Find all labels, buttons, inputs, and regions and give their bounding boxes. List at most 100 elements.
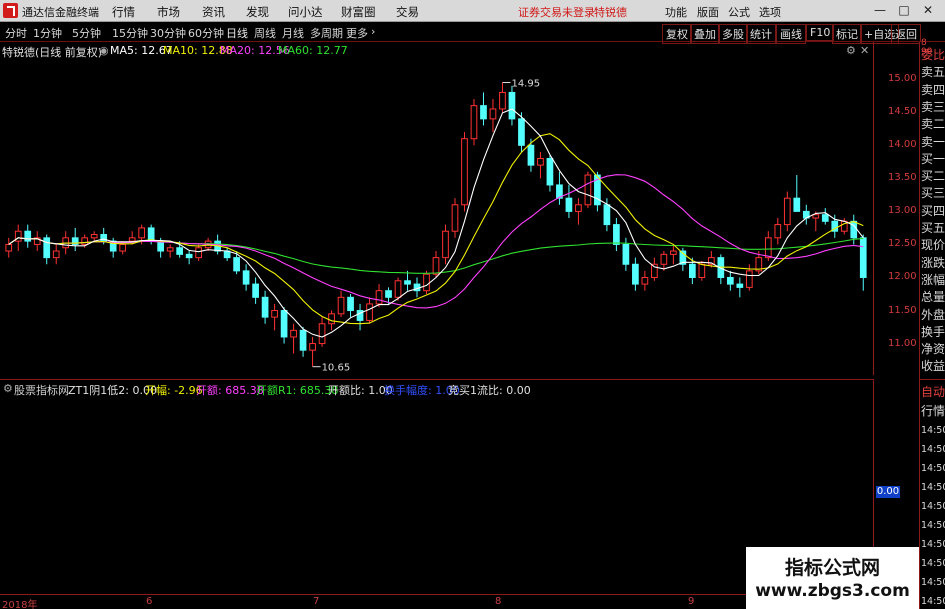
price-tick: 15.00: [888, 73, 917, 85]
quote-field-label[interactable]: 现价: [921, 238, 945, 253]
auto-quote-toggle[interactable]: 自动: [921, 385, 945, 400]
quote-field-label[interactable]: 净资: [921, 342, 945, 357]
candle-body: [385, 290, 392, 298]
tab-5min[interactable]: 5分钟: [70, 24, 103, 42]
close-icon[interactable]: ✕: [921, 3, 935, 17]
menu-bar: 通达信金融终端 行情 市场 资讯 发现 问小达 财富圈 交易 证券交易未登录 特…: [0, 0, 945, 22]
quote-field-label[interactable]: 委比: [921, 48, 945, 63]
menu-formula[interactable]: 公式: [728, 4, 750, 20]
close-pane-icon[interactable]: ✕: [860, 44, 869, 57]
candle-body: [147, 227, 155, 242]
candle-body: [774, 224, 782, 239]
tab-more[interactable]: 更多: [344, 24, 370, 42]
candle-body: [432, 257, 440, 275]
quote-field-label[interactable]: 买二: [921, 169, 945, 184]
candle-body: [43, 237, 51, 259]
minimize-icon[interactable]: —: [873, 3, 887, 17]
candle-body: [290, 329, 297, 338]
quote-field-label[interactable]: 卖三: [921, 100, 945, 115]
settings-icon[interactable]: ⚙: [846, 44, 856, 57]
period-toolbar: 分时 1分钟 5分钟 15分钟 30分钟 60分钟 日线 周线 月线 多周期 更…: [0, 22, 945, 44]
candle-body: [404, 280, 411, 285]
login-notice[interactable]: 证券交易未登录: [518, 4, 595, 20]
candle-body: [764, 237, 772, 259]
quote-field-label[interactable]: 收益: [921, 359, 945, 374]
date-tick: 2018年: [2, 600, 38, 609]
candle-body: [119, 243, 127, 252]
menu-news[interactable]: 资讯: [202, 4, 225, 20]
quote-field-label[interactable]: 卖四: [921, 83, 945, 98]
circle-icon[interactable]: ◉: [99, 44, 109, 57]
price-tick: 14.50: [888, 106, 917, 118]
maximize-icon[interactable]: □: [897, 3, 911, 17]
menu-wealth-circle[interactable]: 财富圈: [341, 4, 376, 20]
menu-ask[interactable]: 问小达: [288, 4, 323, 20]
quote-field-label[interactable]: 买一: [921, 152, 945, 167]
candle-body: [537, 158, 544, 166]
adjust-button[interactable]: 复权: [662, 24, 692, 44]
quote-field-label[interactable]: 买五: [921, 221, 945, 236]
statistics-button[interactable]: 统计: [746, 24, 776, 44]
tab-daily[interactable]: 日线: [224, 24, 250, 42]
auto-quote-toggle[interactable]: 行情: [921, 404, 945, 419]
candle-body: [166, 247, 174, 252]
candle-body: [745, 270, 753, 288]
f10-button[interactable]: F10: [806, 24, 835, 41]
tab-intraday[interactable]: 分时: [3, 24, 29, 42]
price-tick: 11.50: [888, 304, 917, 316]
candle-body: [641, 276, 649, 285]
mark-button[interactable]: 标记: [832, 24, 862, 44]
date-tick: 9: [688, 596, 695, 607]
quote-field-label[interactable]: 换手: [921, 325, 945, 340]
ma-line: [8, 108, 864, 338]
tab-monthly[interactable]: 月线: [280, 24, 306, 42]
candle-body: [242, 270, 250, 285]
tab-1min[interactable]: 1分钟: [31, 24, 64, 42]
menu-discover[interactable]: 发现: [246, 4, 269, 20]
multi-stock-button[interactable]: 多股: [718, 24, 748, 44]
indicator-pane[interactable]: [0, 396, 873, 594]
candle-body: [394, 280, 402, 298]
tab-multi-period[interactable]: 多周期: [308, 24, 345, 42]
back-button[interactable]: 返回: [891, 24, 921, 44]
quote-field-label[interactable]: 买三: [921, 186, 945, 201]
menu-market[interactable]: 市场: [157, 4, 180, 20]
tab-weekly[interactable]: 周线: [252, 24, 278, 42]
tab-30min[interactable]: 30分钟: [148, 24, 188, 42]
candle-body: [575, 204, 582, 212]
quote-field-label[interactable]: 卖二: [921, 117, 945, 132]
chevron-right-icon[interactable]: ›: [369, 24, 377, 39]
menu-trade[interactable]: 交易: [396, 4, 419, 20]
candle-body: [726, 276, 734, 285]
quote-field-label[interactable]: 卖五: [921, 65, 945, 80]
quote-field-label[interactable]: 买四: [921, 204, 945, 219]
trade-time: 14:50: [921, 520, 945, 531]
candle-body: [90, 234, 98, 239]
price-chart[interactable]: 14.95 10.65: [0, 58, 873, 378]
candle-body: [527, 144, 535, 166]
quote-field-label[interactable]: 卖一: [921, 135, 945, 150]
candle-body: [812, 214, 820, 219]
quote-field-label[interactable]: 涨跌: [921, 256, 945, 271]
candle-body: [480, 105, 487, 120]
candle-body: [499, 91, 506, 110]
menu-options[interactable]: 选项: [759, 4, 781, 20]
tab-15min[interactable]: 15分钟: [110, 24, 150, 42]
menu-market-quotes[interactable]: 行情: [112, 4, 135, 20]
candle-body: [565, 197, 573, 212]
quote-field-label[interactable]: 总量: [921, 290, 945, 305]
candle-body: [489, 108, 497, 120]
quote-field-label[interactable]: 外盘: [921, 308, 945, 323]
candle-body: [252, 283, 259, 298]
candle-body: [5, 243, 13, 252]
overlay-button[interactable]: 叠加: [690, 24, 720, 44]
price-tick: 12.00: [888, 271, 917, 283]
indicator-axis-value: 0.00: [876, 486, 900, 498]
gear-icon[interactable]: ⚙: [3, 382, 13, 395]
menu-function[interactable]: 功能: [665, 4, 687, 20]
candle-body: [24, 230, 32, 242]
tab-60min[interactable]: 60分钟: [186, 24, 226, 42]
menu-layout[interactable]: 版面: [697, 4, 719, 20]
quote-field-label[interactable]: 涨幅: [921, 273, 945, 288]
draw-line-button[interactable]: 画线: [776, 24, 806, 44]
